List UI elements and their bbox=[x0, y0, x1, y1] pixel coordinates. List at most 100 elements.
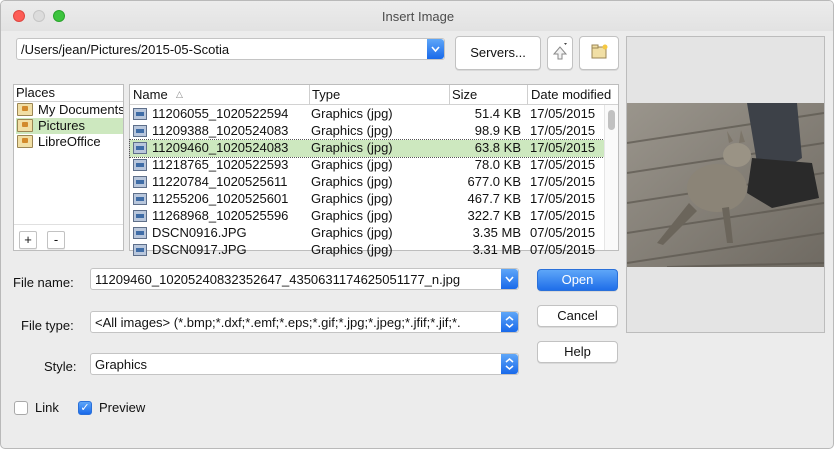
file-size-cell: 3.31 MB bbox=[472, 242, 521, 257]
column-header-type[interactable]: Type bbox=[312, 87, 340, 102]
file-list-scrollbar[interactable] bbox=[604, 105, 618, 250]
file-name-combo[interactable]: 11209460_10205240832352647_4350631174625… bbox=[90, 268, 519, 290]
file-size-cell: 78.0 KB bbox=[474, 157, 521, 172]
file-type-label: File type: bbox=[21, 318, 74, 333]
file-row[interactable]: DSCN0916.JPG Graphics (jpg) 3.35 MB 07/05/2… bbox=[130, 225, 604, 242]
file-type-cell: Graphics (jpg) bbox=[311, 242, 393, 257]
places-item-label: LibreOffice bbox=[38, 134, 101, 149]
chevron-down-icon[interactable] bbox=[427, 39, 444, 59]
image-file-icon bbox=[133, 125, 147, 137]
file-type-cell: Graphics (jpg) bbox=[311, 225, 393, 240]
window-title: Insert Image bbox=[381, 9, 455, 24]
cancel-button[interactable]: Cancel bbox=[537, 305, 618, 327]
folder-icon bbox=[17, 103, 33, 116]
file-name-cell: 11209388_1020524083 bbox=[152, 123, 289, 138]
file-date-cell: 17/05/2015 bbox=[530, 191, 596, 206]
link-checkbox[interactable] bbox=[14, 401, 28, 415]
image-file-icon bbox=[133, 244, 147, 256]
style-select[interactable]: Graphics bbox=[90, 353, 519, 375]
places-item-libreoffice[interactable]: LibreOffice bbox=[16, 134, 123, 150]
file-name-cell: 11268968_1020525596 bbox=[152, 208, 289, 223]
file-row[interactable]: DSCN0917.JPG Graphics (jpg) 3.31 MB 07/05/2… bbox=[130, 242, 604, 259]
file-type-cell: Graphics (jpg) bbox=[311, 174, 393, 189]
sort-ascending-icon: △ bbox=[176, 89, 183, 99]
file-row[interactable]: 11255206_1020525601 Graphics (jpg) 467.7 K… bbox=[130, 191, 604, 208]
file-date-cell: 17/05/2015 bbox=[530, 208, 596, 223]
file-date-cell: 17/05/2015 bbox=[530, 123, 596, 138]
updown-chevron-icon[interactable] bbox=[501, 312, 518, 332]
insert-image-dialog: Insert Image /Users/jean/Pictures/2015-0… bbox=[0, 0, 834, 449]
column-divider[interactable] bbox=[449, 85, 450, 105]
places-item-label: Pictures bbox=[38, 118, 85, 133]
file-type-cell: Graphics (jpg) bbox=[311, 106, 393, 121]
file-size-cell: 677.0 KB bbox=[467, 174, 522, 189]
title-bar: Insert Image bbox=[1, 1, 833, 31]
create-new-folder-button[interactable] bbox=[579, 36, 619, 70]
image-file-icon bbox=[133, 176, 147, 188]
file-date-cell: 17/05/2015 bbox=[530, 174, 596, 189]
file-row[interactable]: 11206055_1020522594 Graphics (jpg) 51.4 KB… bbox=[130, 106, 604, 123]
help-button[interactable]: Help bbox=[537, 341, 618, 363]
places-footer-divider bbox=[14, 224, 123, 225]
style-label: Style: bbox=[44, 359, 77, 374]
folder-icon bbox=[17, 119, 33, 132]
image-file-icon bbox=[133, 159, 147, 171]
up-one-level-button[interactable] bbox=[547, 36, 573, 70]
file-row[interactable]: 11209388_1020524083 Graphics (jpg) 98.9 KB… bbox=[130, 123, 604, 140]
file-type-select[interactable]: <All images> (*.bmp;*.dxf;*.emf;*.eps;*.… bbox=[90, 311, 519, 333]
image-file-icon bbox=[133, 142, 147, 154]
up-arrow-icon bbox=[552, 43, 568, 60]
path-combo[interactable]: /Users/jean/Pictures/2015-05-Scotia bbox=[16, 38, 445, 60]
file-row[interactable]: 11220784_1020525611 Graphics (jpg) 677.0 K… bbox=[130, 174, 604, 191]
column-header-date[interactable]: Date modified bbox=[531, 87, 611, 102]
places-header: Places bbox=[16, 85, 56, 100]
file-name-cell: 11209460_1020524083 bbox=[152, 140, 289, 155]
image-preview-panel bbox=[626, 36, 825, 333]
file-date-cell: 17/05/2015 bbox=[530, 106, 596, 121]
preview-checkbox[interactable]: ✓ bbox=[78, 401, 92, 415]
file-date-cell: 17/05/2015 bbox=[530, 157, 596, 172]
link-label[interactable]: Link bbox=[35, 400, 59, 415]
folder-icon bbox=[17, 135, 33, 148]
file-date-cell: 07/05/2015 bbox=[530, 242, 596, 257]
checkmark-icon: ✓ bbox=[80, 402, 90, 414]
chevron-down-icon[interactable] bbox=[501, 269, 518, 289]
file-name-cell: 11218765_1020522593 bbox=[152, 157, 289, 172]
file-name-value: 11209460_10205240832352647_4350631174625… bbox=[95, 272, 461, 287]
file-type-cell: Graphics (jpg) bbox=[311, 191, 393, 206]
file-row[interactable]: 11218765_1020522593 Graphics (jpg) 78.0 KB… bbox=[130, 157, 604, 174]
file-type-cell: Graphics (jpg) bbox=[311, 123, 393, 138]
open-button[interactable]: Open bbox=[537, 269, 618, 291]
path-value: /Users/jean/Pictures/2015-05-Scotia bbox=[21, 42, 230, 57]
preview-image bbox=[627, 103, 824, 267]
remove-place-button[interactable]: - bbox=[47, 231, 65, 249]
file-name-cell: 11220784_1020525611 bbox=[152, 174, 288, 189]
column-header-name[interactable]: Name bbox=[133, 87, 168, 102]
places-item-my-documents[interactable]: My Documents bbox=[16, 102, 123, 118]
column-divider[interactable] bbox=[309, 85, 310, 105]
file-name-cell: DSCN0917.JPG bbox=[152, 242, 247, 257]
file-name-cell: DSCN0916.JPG bbox=[152, 225, 247, 240]
servers-button[interactable]: Servers... bbox=[455, 36, 541, 70]
file-type-value: <All images> (*.bmp;*.dxf;*.emf;*.eps;*.… bbox=[95, 315, 461, 330]
updown-chevron-icon[interactable] bbox=[501, 354, 518, 374]
file-row[interactable]: 11268968_1020525596 Graphics (jpg) 322.7 K… bbox=[130, 208, 604, 225]
file-size-cell: 3.35 MB bbox=[472, 225, 521, 240]
places-item-label: My Documents bbox=[38, 102, 123, 117]
file-date-cell: 07/05/2015 bbox=[530, 225, 596, 240]
image-file-icon bbox=[133, 227, 147, 239]
file-name-cell: 11255206_1020525601 bbox=[152, 191, 289, 206]
places-item-pictures[interactable]: Pictures bbox=[16, 118, 123, 134]
places-panel: Places My Documents Pictures LibreOffice… bbox=[13, 84, 124, 251]
file-size-cell: 63.8 KB bbox=[474, 140, 521, 155]
column-divider[interactable] bbox=[527, 85, 528, 105]
file-type-cell: Graphics (jpg) bbox=[311, 208, 393, 223]
preview-label[interactable]: Preview bbox=[99, 400, 145, 415]
file-size-cell: 51.4 KB bbox=[474, 106, 521, 121]
file-row[interactable]: 11209460_1020524083 Graphics (jpg) 63.8 KB… bbox=[129, 139, 605, 158]
file-date-cell: 17/05/2015 bbox=[530, 140, 596, 155]
column-header-size[interactable]: Size bbox=[452, 87, 477, 102]
scrollbar-thumb[interactable] bbox=[608, 110, 615, 130]
add-place-button[interactable]: + bbox=[19, 231, 37, 249]
file-size-cell: 98.9 KB bbox=[474, 123, 521, 138]
